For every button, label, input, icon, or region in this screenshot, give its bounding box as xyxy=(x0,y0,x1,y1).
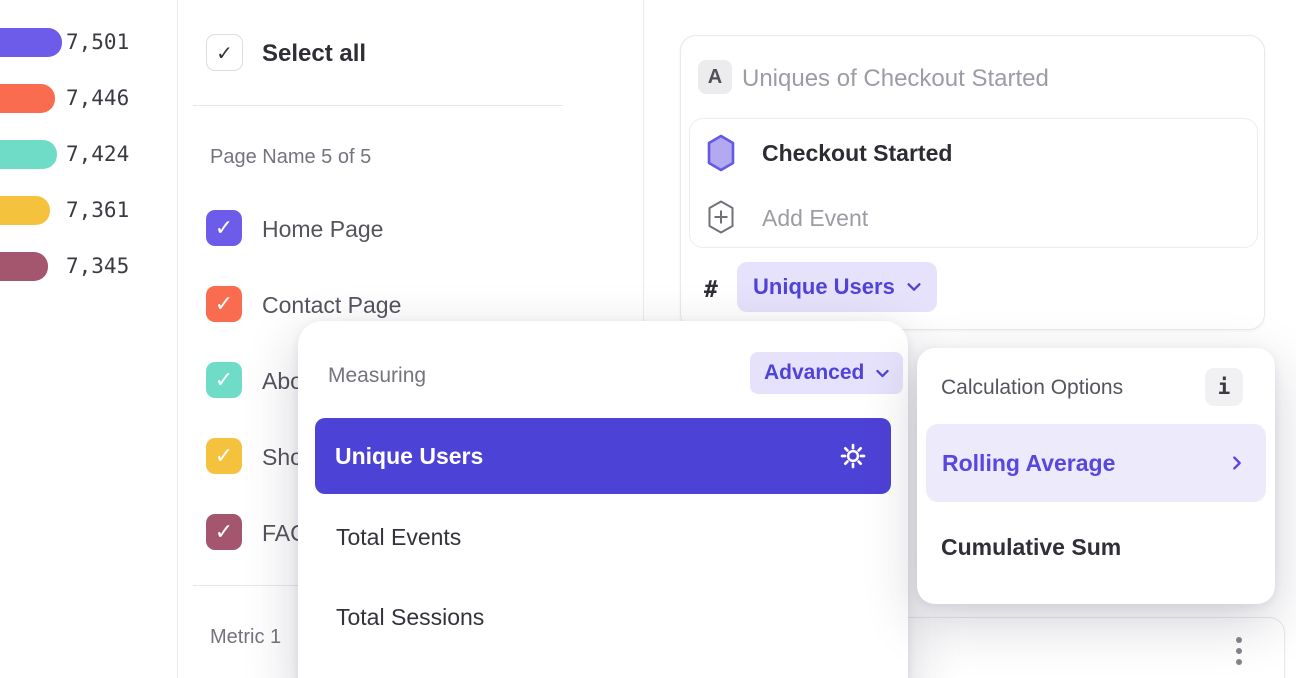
checkbox-contact-page[interactable]: ✓ xyxy=(206,286,242,322)
calc-option-rolling-average[interactable]: Rolling Average xyxy=(926,424,1266,502)
checkbox-home-page[interactable]: ✓ xyxy=(206,210,242,246)
bar-segment xyxy=(0,196,50,225)
menu-option-total-events[interactable]: Total Events xyxy=(336,524,461,551)
measuring-title: Measuring xyxy=(328,364,426,388)
checkmark-icon: ✓ xyxy=(215,368,233,393)
bar-segment xyxy=(0,252,48,281)
panel-divider xyxy=(177,0,178,678)
event-card: Checkout Started Add Event xyxy=(689,118,1258,248)
chevron-down-icon xyxy=(905,278,923,296)
event-hexagon-icon xyxy=(706,134,736,172)
filter-item-label[interactable]: Sho xyxy=(262,444,303,471)
query-builder-card: A Uniques of Checkout Started Checkout S… xyxy=(680,35,1265,330)
filter-item-label[interactable]: Abo xyxy=(262,368,303,395)
measure-hash-symbol: # xyxy=(704,277,718,303)
select-all-checkbox[interactable]: ✓ xyxy=(206,34,243,71)
menu-option-total-sessions[interactable]: Total Sessions xyxy=(336,604,484,631)
calc-option-cumulative-sum[interactable]: Cumulative Sum xyxy=(941,534,1121,561)
series-a-badge: A xyxy=(698,60,732,94)
calc-option-label: Rolling Average xyxy=(942,450,1115,477)
measuring-menu: Measuring Advanced Unique Users Total Ev… xyxy=(298,321,908,678)
checkmark-icon: ✓ xyxy=(215,520,233,545)
select-all-label: Select all xyxy=(262,40,366,68)
bar-value: 7,361 xyxy=(66,196,129,225)
filter-item-label[interactable]: Contact Page xyxy=(262,292,401,319)
checkmark-icon: ✓ xyxy=(216,41,233,65)
bar-segment xyxy=(0,28,62,57)
checkmark-icon: ✓ xyxy=(215,444,233,469)
calculation-options-menu: Calculation Options i Rolling Average Cu… xyxy=(917,348,1275,604)
advanced-mode-dropdown[interactable]: Advanced xyxy=(750,352,903,394)
add-event-hexagon-plus-icon[interactable] xyxy=(707,200,735,234)
bar-value: 7,424 xyxy=(66,140,129,169)
divider xyxy=(193,105,563,106)
info-icon[interactable]: i xyxy=(1205,368,1243,406)
calculation-options-title: Calculation Options xyxy=(941,376,1123,400)
bar-value: 7,501 xyxy=(66,28,129,57)
bar-segment xyxy=(0,84,55,113)
menu-option-label: Unique Users xyxy=(335,443,483,470)
report-title-input[interactable]: Uniques of Checkout Started xyxy=(742,65,1049,93)
filter-group-label: Page Name 5 of 5 xyxy=(210,146,371,169)
app-canvas: 7,501 7,446 7,424 7,361 7,345 ✓ Select a… xyxy=(0,0,1296,678)
gear-icon[interactable] xyxy=(839,442,867,470)
checkbox-faq-page[interactable]: ✓ xyxy=(206,514,242,550)
filter-item-label[interactable]: Home Page xyxy=(262,216,383,243)
measurement-value: Unique Users xyxy=(753,274,895,300)
checkbox-about-page[interactable]: ✓ xyxy=(206,362,242,398)
checkmark-icon: ✓ xyxy=(215,292,233,317)
measurement-dropdown[interactable]: Unique Users xyxy=(737,262,937,312)
bar-value: 7,345 xyxy=(66,252,129,281)
chevron-right-icon xyxy=(1228,454,1246,472)
bar-value: 7,446 xyxy=(66,84,129,113)
checkbox-shop-page[interactable]: ✓ xyxy=(206,438,242,474)
chevron-down-icon xyxy=(874,365,891,382)
bar-segment xyxy=(0,140,57,169)
checkmark-icon: ✓ xyxy=(215,216,233,241)
advanced-mode-value: Advanced xyxy=(764,361,864,385)
add-event-button[interactable]: Add Event xyxy=(762,205,868,232)
menu-option-unique-users[interactable]: Unique Users xyxy=(315,418,891,494)
event-name[interactable]: Checkout Started xyxy=(762,140,952,167)
kebab-menu-icon[interactable] xyxy=(1236,637,1242,665)
metric-label: Metric 1 xyxy=(210,626,281,649)
